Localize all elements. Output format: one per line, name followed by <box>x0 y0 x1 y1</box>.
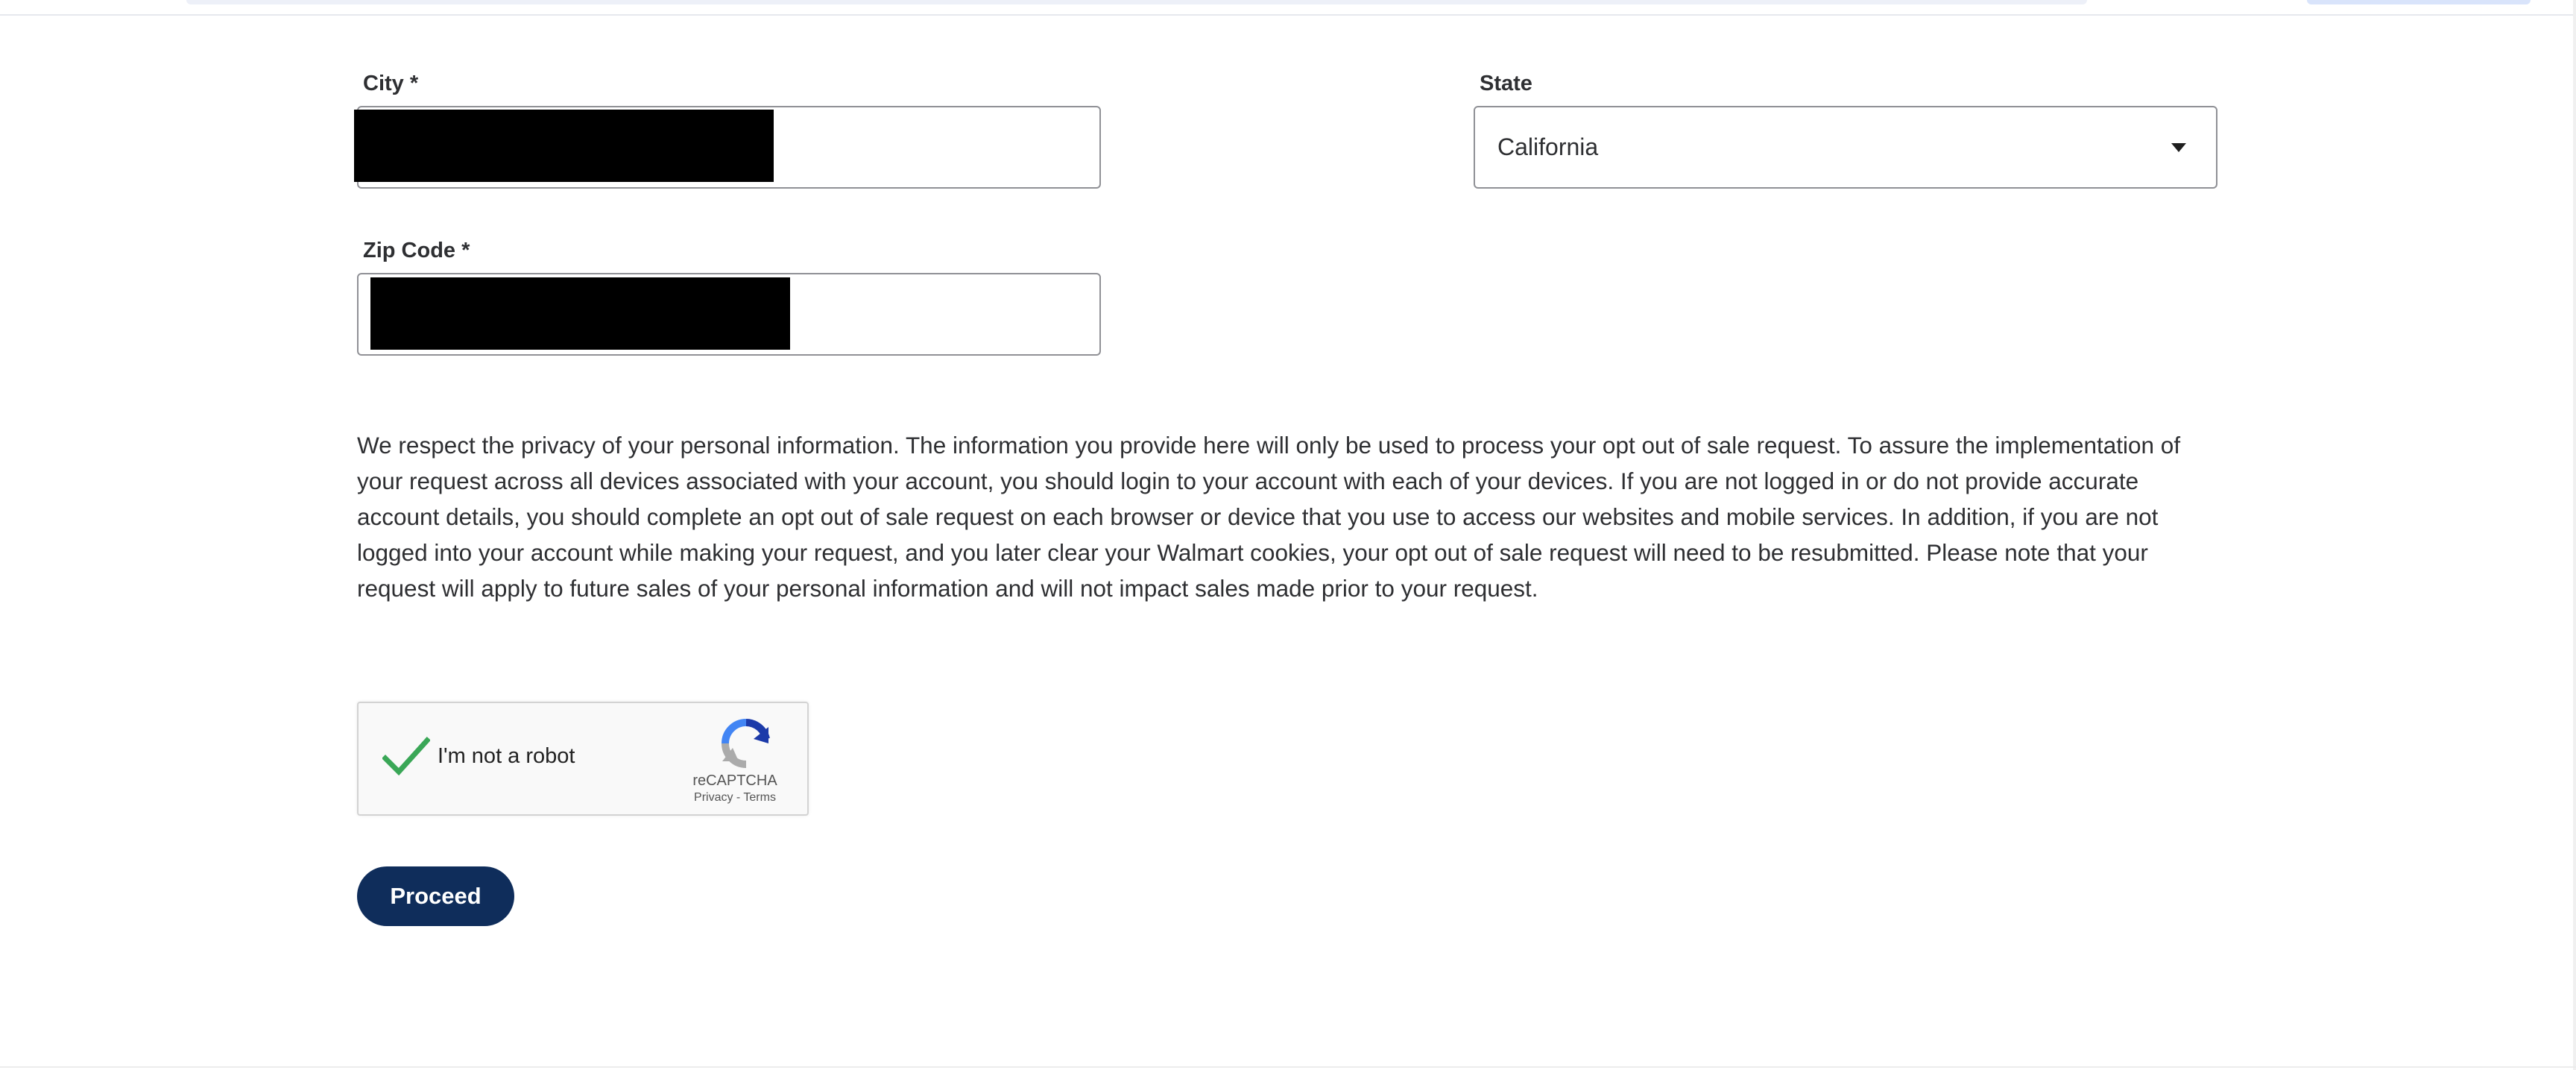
city-field[interactable] <box>354 106 1101 189</box>
state-label: State <box>1480 72 1532 95</box>
proceed-button[interactable]: Proceed <box>357 866 514 926</box>
privacy-notice: We respect the privacy of your personal … <box>357 432 2181 602</box>
recaptcha-brand: reCAPTCHA <box>692 772 777 789</box>
recaptcha-privacy-link[interactable]: Privacy <box>694 791 733 804</box>
recaptcha-terms-link[interactable]: Terms <box>743 791 776 804</box>
check-icon[interactable] <box>382 734 430 779</box>
state-select[interactable]: California <box>1474 106 2217 189</box>
chevron-down-icon <box>2171 143 2186 152</box>
footer-divider <box>0 1066 2576 1068</box>
recaptcha-label: I'm not a robot <box>438 744 575 768</box>
city-redaction <box>354 110 774 182</box>
recaptcha-widget[interactable]: I'm not a robot reCAPTCHA Privacy - Term… <box>357 702 809 816</box>
recaptcha-link-separator: - <box>733 791 744 804</box>
recaptcha-logo-icon <box>722 719 770 768</box>
state-selected-value: California <box>1497 133 1599 160</box>
top-button-remnant <box>2307 0 2531 4</box>
opt-out-form-page: City * State California Zip Code * We re… <box>0 0 2576 1070</box>
zip-code-field[interactable] <box>357 273 1101 356</box>
city-label: City * <box>363 72 419 95</box>
zip-code-redaction <box>370 277 790 350</box>
scrollbar-track <box>2573 0 2576 1070</box>
top-search-bar-remnant <box>186 0 2087 4</box>
header-divider <box>0 14 2576 16</box>
zip-code-label: Zip Code * <box>363 239 470 262</box>
recaptcha-links: Privacy - Terms <box>672 791 798 805</box>
